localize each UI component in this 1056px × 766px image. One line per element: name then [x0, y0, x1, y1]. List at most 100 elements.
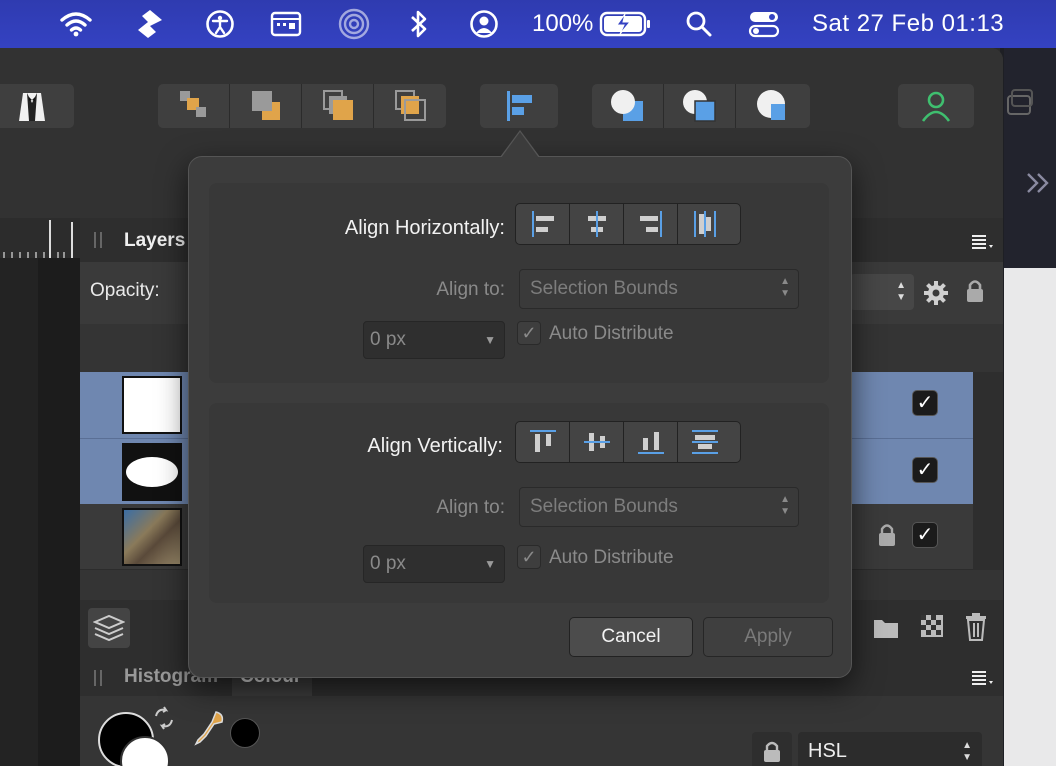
colour-model-value: HSL	[808, 740, 847, 762]
menubar-clock[interactable]: Sat 27 Feb 01:13	[812, 8, 1004, 40]
airdrop-icon[interactable]	[336, 8, 372, 40]
alignment-group	[480, 84, 558, 128]
space-evenly-vertical-button[interactable]	[678, 422, 732, 462]
apply-button[interactable]: Apply	[703, 617, 833, 657]
tab-layers[interactable]: Layers	[124, 230, 185, 252]
alignment-button[interactable]	[480, 84, 558, 128]
panel-grip-icon[interactable]	[94, 232, 102, 248]
accessibility-icon[interactable]	[203, 8, 237, 40]
align-to-value: Selection Bounds	[530, 278, 678, 299]
space-evenly-vertical-icon	[692, 430, 718, 454]
script-icon[interactable]	[134, 8, 166, 40]
spacing-field-horizontal[interactable]: 0 px ▼	[363, 321, 505, 359]
search-icon[interactable]	[684, 8, 714, 40]
auto-distribute-label: Auto Distribute	[549, 323, 674, 344]
layers-scrollbar[interactable]	[973, 372, 1003, 570]
colour-lock-button[interactable]	[752, 732, 792, 766]
align-bottom-icon	[637, 432, 664, 454]
select-arrows-icon: ▲ ▼	[780, 494, 790, 517]
folder-icon[interactable]	[872, 616, 900, 640]
boolean-group	[592, 84, 810, 128]
align-vertical-section: Align Vertically: Align to: Selection Bo…	[209, 403, 829, 603]
move-back-one-button[interactable]	[158, 84, 230, 128]
dropdown-arrow-icon: ▼	[484, 333, 496, 347]
panel-menu-icon[interactable]	[970, 234, 994, 250]
select-arrows-icon: ▲ ▼	[780, 276, 790, 299]
align-middle-button[interactable]	[570, 422, 624, 462]
panel-grip-icon[interactable]	[94, 670, 102, 686]
panel-menu-icon[interactable]	[970, 670, 994, 686]
user-persona-button[interactable]	[898, 84, 974, 128]
canvas-area[interactable]	[38, 258, 80, 766]
cancel-button[interactable]: Cancel	[569, 617, 693, 657]
swap-colours-icon[interactable]	[152, 706, 176, 730]
layer-stack-button[interactable]	[88, 608, 130, 648]
user-persona-icon	[921, 91, 951, 122]
align-top-button[interactable]	[516, 422, 570, 462]
align-to-label: Align to:	[436, 497, 505, 518]
layer-visibility-checkbox[interactable]: ✓	[912, 522, 938, 548]
align-to-select-vertical[interactable]: Selection Bounds ▲ ▼	[519, 487, 799, 527]
spacing-value: 0 px	[370, 329, 406, 350]
user-icon[interactable]	[468, 8, 500, 40]
align-right-icon	[639, 211, 662, 237]
spacing-value: 0 px	[370, 553, 406, 574]
align-to-select-horizontal[interactable]: Selection Bounds ▲ ▼	[519, 269, 799, 309]
keyboard-viewer-icon[interactable]	[268, 8, 304, 40]
dropdown-arrow-icon: ▼	[484, 557, 496, 571]
auto-distribute-label: Auto Distribute	[549, 547, 674, 568]
control-center-icon[interactable]	[746, 8, 782, 40]
blend-mode-select[interactable]: ▲ ▼	[850, 274, 914, 310]
gear-icon[interactable]	[923, 280, 949, 306]
subtract-shapes-icon	[682, 90, 716, 122]
layer-thumbnail	[122, 376, 182, 434]
bluetooth-icon[interactable]	[406, 8, 432, 40]
window-stack-icon	[1007, 89, 1033, 115]
align-right-button[interactable]	[624, 204, 678, 244]
eyedropper-icon[interactable]	[192, 710, 226, 750]
layer-lock-icon[interactable]	[878, 522, 896, 548]
align-horizontally-label: Align Horizontally:	[344, 217, 505, 239]
mask-icon[interactable]	[920, 614, 944, 638]
tuxedo-icon	[19, 93, 45, 121]
move-to-front-button[interactable]	[374, 84, 446, 128]
layer-visibility-checkbox[interactable]: ✓	[912, 390, 938, 416]
chevron-double-right-icon[interactable]	[1024, 170, 1052, 196]
move-to-back-button[interactable]	[302, 84, 374, 128]
layers-stack-icon	[93, 614, 125, 642]
align-to-label: Align to:	[436, 279, 505, 300]
select-arrows-icon: ▲ ▼	[962, 740, 972, 763]
trash-icon[interactable]	[964, 612, 988, 642]
layer-thumbnail	[122, 508, 182, 566]
align-horizontal-section: Align Horizontally: Align to: Selection …	[209, 183, 829, 383]
align-icon	[507, 91, 532, 121]
export-persona-button[interactable]	[0, 84, 74, 128]
align-left-button[interactable]	[516, 204, 570, 244]
personas-group	[898, 84, 974, 128]
spacing-field-vertical[interactable]: 0 px ▼	[363, 545, 505, 583]
auto-distribute-checkbox-vertical[interactable]: ✓	[517, 545, 541, 569]
move-to-back-icon	[322, 90, 353, 120]
move-forward-one-button[interactable]	[230, 84, 302, 128]
move-forward-one-icon	[251, 91, 280, 120]
lock-icon[interactable]	[965, 278, 985, 304]
export-persona-group	[0, 84, 74, 128]
layer-thumbnail	[122, 443, 182, 501]
colour-model-select[interactable]: HSL ▲ ▼	[798, 732, 982, 766]
subtract-shapes-button[interactable]	[664, 84, 736, 128]
auto-distribute-checkbox-horizontal[interactable]: ✓	[517, 321, 541, 345]
battery-charging-icon[interactable]	[598, 8, 652, 40]
ruler-ticks	[3, 220, 73, 258]
layer-visibility-checkbox[interactable]: ✓	[912, 457, 938, 483]
wifi-icon[interactable]	[58, 8, 94, 40]
add-shapes-button[interactable]	[592, 84, 664, 128]
alignment-popover: Align Horizontally: Align to: Selection …	[188, 130, 852, 678]
align-middle-icon	[583, 433, 610, 451]
battery-percent: 100%	[532, 10, 594, 37]
align-bottom-button[interactable]	[624, 422, 678, 462]
intersect-shapes-button[interactable]	[736, 84, 808, 128]
opacity-label: Opacity:	[90, 280, 160, 301]
move-back-one-icon	[179, 91, 206, 117]
align-center-button[interactable]	[570, 204, 624, 244]
space-evenly-horizontal-button[interactable]	[678, 204, 732, 244]
